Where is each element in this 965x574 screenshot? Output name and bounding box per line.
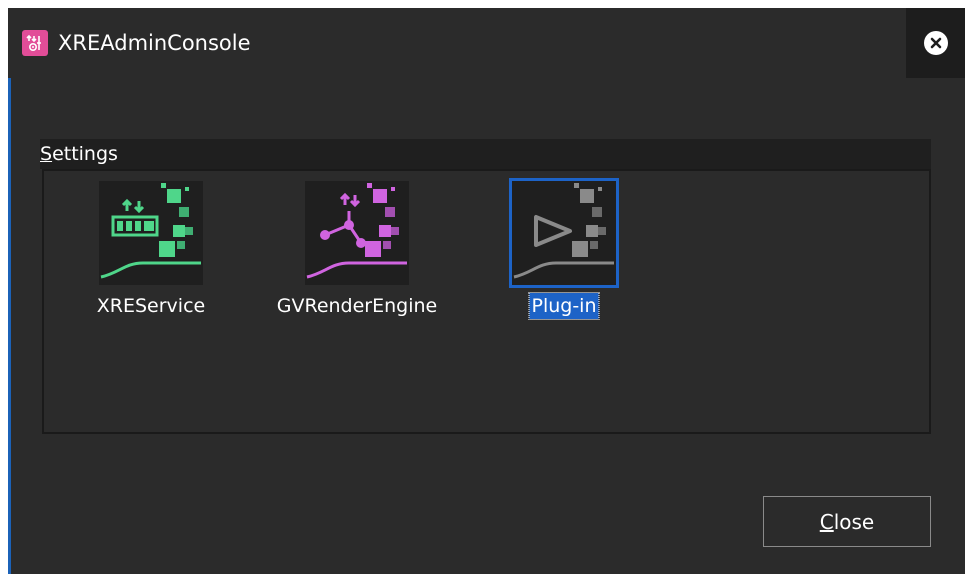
window-accent-border xyxy=(8,78,11,574)
tile-label: XREService xyxy=(96,295,206,317)
tile-label: Plug-in xyxy=(528,292,600,320)
window-close-button[interactable] xyxy=(906,8,965,78)
tile-xreservice[interactable]: XREService xyxy=(91,175,211,325)
app-gear-icon xyxy=(22,30,48,56)
render-engine-icon xyxy=(305,181,409,285)
settings-group-label: Settings xyxy=(40,143,118,165)
xre-service-icon xyxy=(99,181,203,285)
close-button[interactable]: Close xyxy=(763,496,931,547)
tile-label: GVRenderEngine xyxy=(276,295,438,317)
settings-group-box: XREService GVRenderEngine Plug-in xyxy=(42,169,931,434)
title-bar[interactable]: XREAdminConsole xyxy=(8,8,965,78)
close-circle-icon xyxy=(923,31,948,55)
tile-gvrenderengine[interactable]: GVRenderEngine xyxy=(277,175,437,325)
dialog-window: XREAdminConsole Settings XREService GVRe… xyxy=(8,8,965,574)
tile-plugin[interactable]: Plug-in xyxy=(504,175,624,325)
settings-group-header: Settings xyxy=(40,139,931,169)
plugin-play-icon xyxy=(509,178,619,288)
window-title: XREAdminConsole xyxy=(58,31,251,55)
